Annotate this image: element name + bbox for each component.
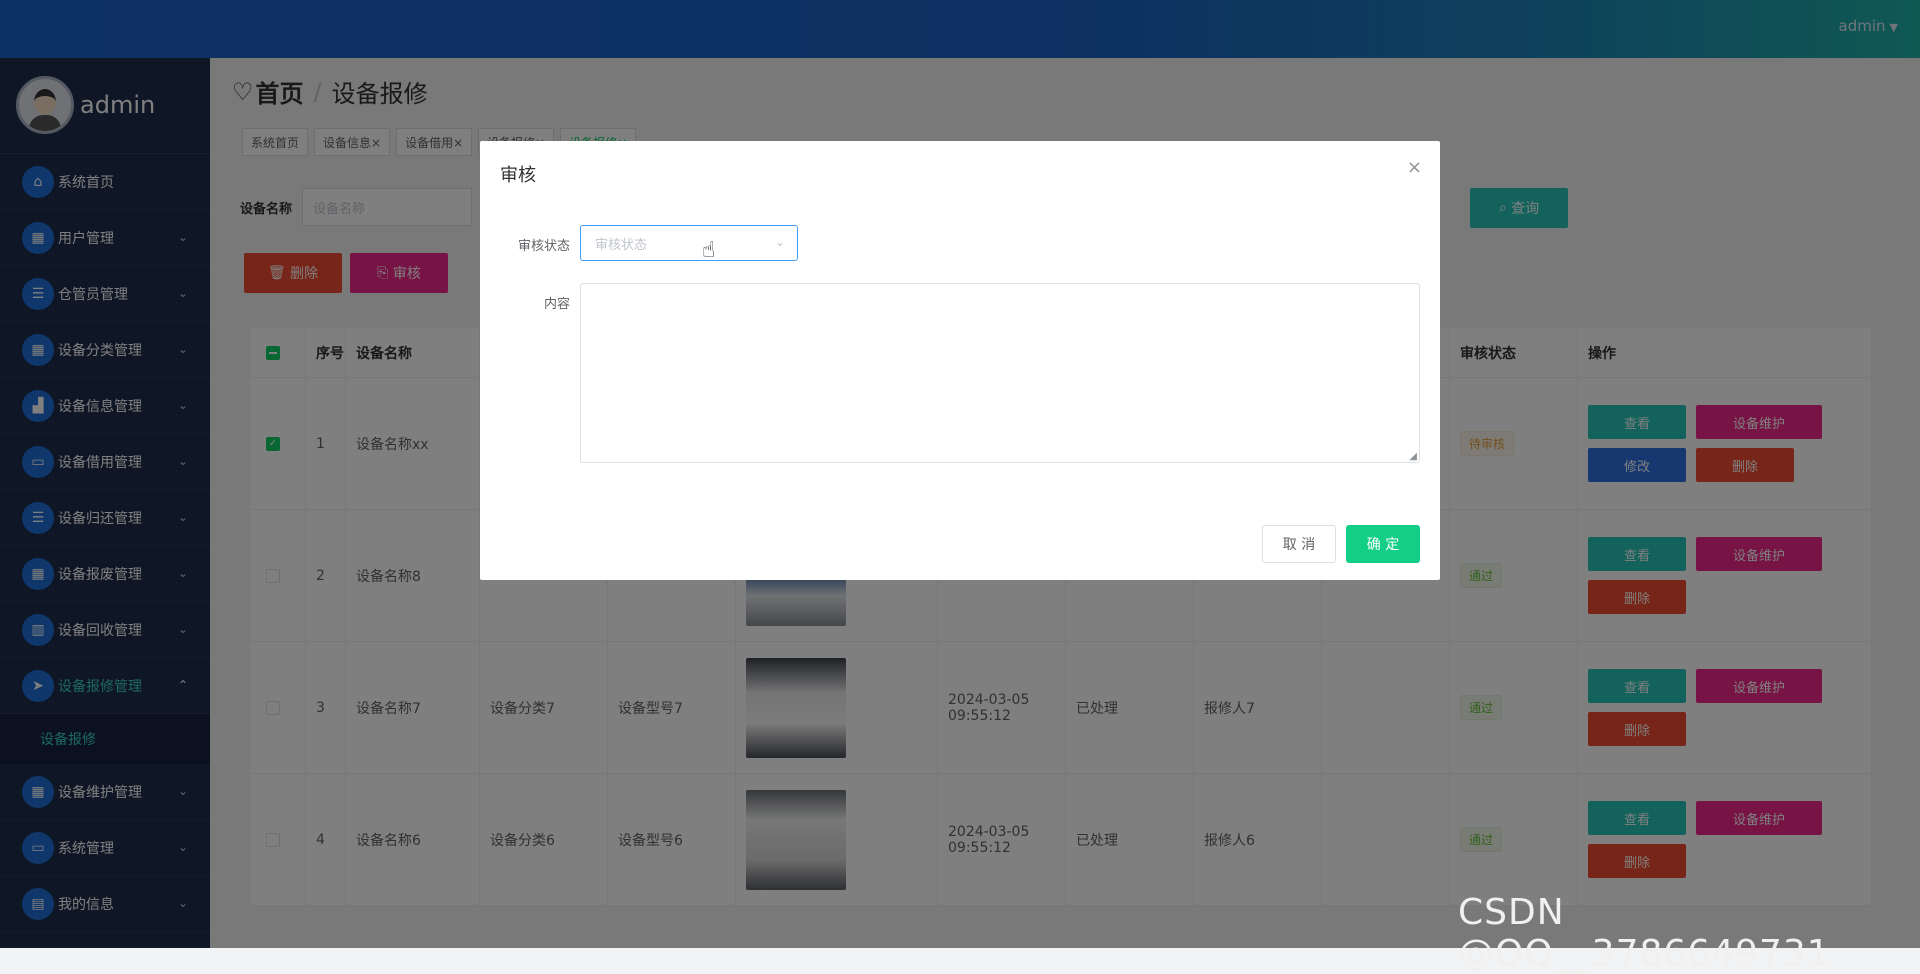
status-select[interactable]: 审核状态 ⌄ [580,225,798,261]
close-icon[interactable]: × [1407,157,1422,178]
status-label: 审核状态 [517,239,570,254]
confirm-button[interactable]: 确 定 [1346,525,1420,563]
status-select-placeholder: 审核状态 [595,237,648,253]
cancel-button[interactable]: 取 消 [1262,525,1336,563]
watermark: CSDN @QQ__3786649731 [1458,892,1831,974]
resize-handle-icon[interactable]: ◢ [1409,451,1417,462]
content-label: 内容 [543,297,570,312]
review-dialog: 审核 × 审核状态 审核状态 ⌄ ☝ 内容 ◢ 取 消 确 定 [480,141,1440,580]
dialog-title: 审核 [500,165,536,186]
chevron-down-icon: ⌄ [774,235,785,249]
hand-cursor-icon: ☝ [702,238,716,263]
content-textarea[interactable]: ◢ [580,283,1420,463]
